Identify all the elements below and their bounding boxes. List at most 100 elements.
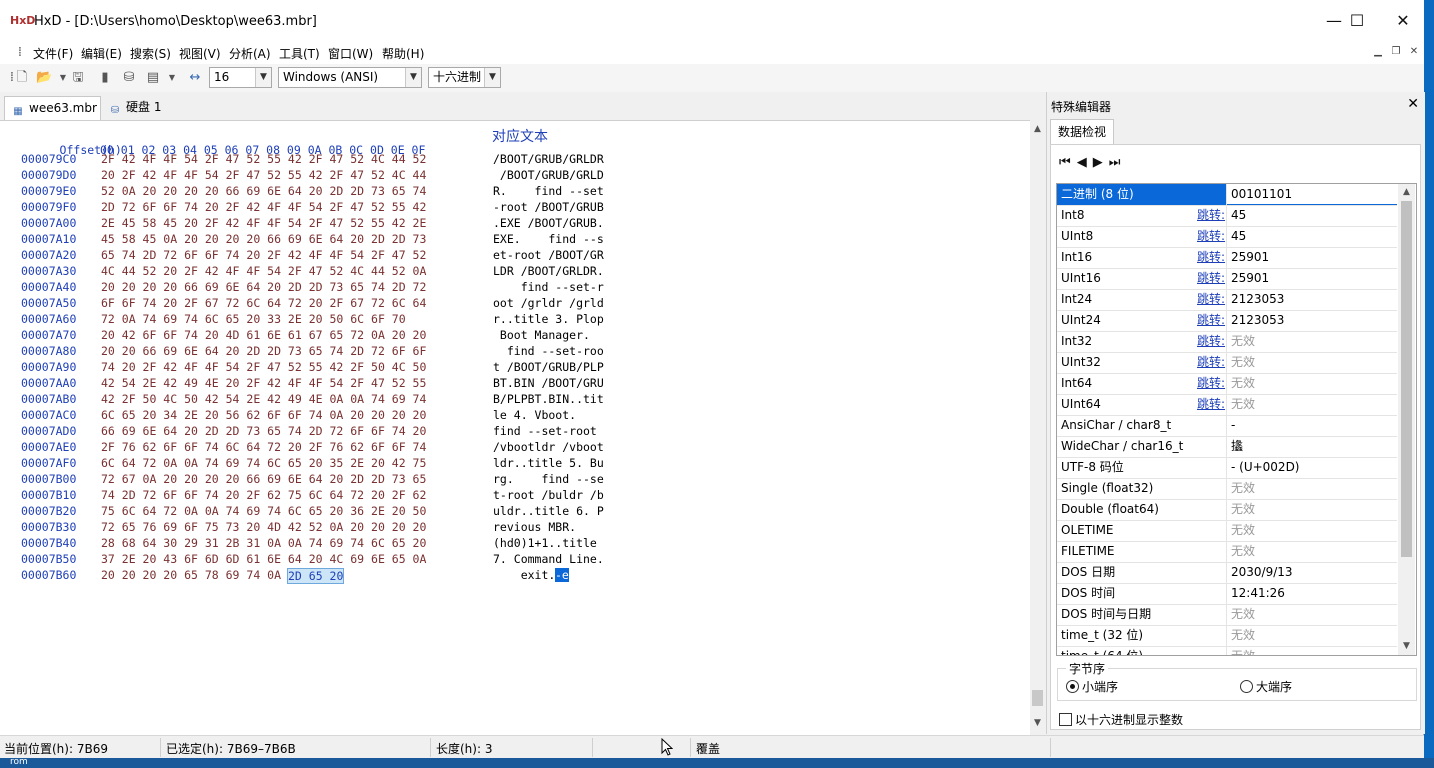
row-hex-bytes[interactable]: 74 2D 72 6F 6F 74 20 2F 62 75 6C 64 72 2… (101, 488, 426, 502)
open-dropdown-icon[interactable]: ▼ (55, 70, 71, 86)
first-byte-icon[interactable]: ⏮ (1059, 155, 1077, 170)
offset-base-select[interactable]: 十六进制 ▼ (428, 67, 501, 88)
status-mode[interactable]: 覆盖 (696, 740, 720, 757)
row-hex-bytes[interactable]: 42 2F 50 4C 50 42 54 2E 42 49 4E 0A 0A 7… (101, 392, 426, 406)
inspector-row[interactable]: time_t (32 位) 无效 (1057, 625, 1397, 647)
hex-editor[interactable]: Offset(h) 00 01 02 03 04 05 06 07 08 09 0… (0, 120, 1030, 735)
inspector-row[interactable]: Int16 跳转: 25901 (1057, 247, 1397, 269)
inspector-row[interactable]: UInt8 跳转: 45 (1057, 226, 1397, 248)
inspector-value[interactable]: 无效 (1231, 373, 1255, 393)
row-offset[interactable]: 00007B10 (21, 488, 76, 502)
inspector-row[interactable]: Single (float32) 无效 (1057, 478, 1397, 500)
jump-link[interactable]: 跳转: (1197, 331, 1225, 351)
row-offset[interactable]: 00007A80 (21, 344, 76, 358)
inspector-value[interactable]: 45 (1231, 226, 1246, 246)
row-text[interactable]: /BOOT/GRUB/GRLD (493, 168, 604, 182)
row-hex-bytes[interactable]: 28 68 64 30 29 31 2B 31 0A 0A 74 69 74 6… (101, 536, 426, 550)
inspector-row[interactable]: DOS 时间 12:41:26 (1057, 583, 1397, 605)
menu-window[interactable]: 窗口(W) (328, 45, 373, 62)
row-text[interactable]: /BOOT/GRUB/GRLDR (493, 152, 604, 166)
row-hex-bytes[interactable]: 42 54 2E 42 49 4E 20 2F 42 4F 4F 54 2F 4… (101, 376, 426, 390)
close-icon[interactable]: ✕ (1407, 96, 1419, 112)
inspector-row[interactable]: FILETIME 无效 (1057, 541, 1397, 563)
row-hex-bytes[interactable]: 72 67 0A 20 20 20 20 66 69 6E 64 20 2D 2… (101, 472, 426, 486)
inspector-value[interactable]: 12:41:26 (1231, 583, 1285, 603)
inspector-row[interactable]: time_t (64 位) 无效 (1057, 646, 1397, 655)
inspector-value[interactable]: 无效 (1231, 394, 1255, 414)
menu-search[interactable]: 搜索(S) (130, 45, 171, 62)
inspector-value[interactable]: 无效 (1231, 646, 1255, 655)
row-hex-bytes[interactable]: 66 69 6E 64 20 2D 2D 73 65 74 2D 72 6F 6… (101, 424, 426, 438)
menu-file[interactable]: 文件(F) (33, 45, 73, 62)
charset-select[interactable]: Windows (ANSI) ▼ (278, 67, 422, 88)
row-text[interactable]: et-root /BOOT/GR (493, 248, 604, 262)
close-button[interactable]: ✕ (1380, 6, 1426, 36)
chevron-down-icon[interactable]: ▼ (484, 68, 500, 87)
inspector-row[interactable]: DOS 日期 2030/9/13 (1057, 562, 1397, 584)
row-offset[interactable]: 00007AF0 (21, 456, 76, 470)
previous-byte-icon[interactable]: ◀ (1077, 155, 1093, 170)
row-offset[interactable]: 00007B00 (21, 472, 76, 486)
row-hex-bytes[interactable]: 2E 45 58 45 20 2F 42 4F 4F 54 2F 47 52 5… (101, 216, 426, 230)
row-offset[interactable]: 00007A50 (21, 296, 76, 310)
inspector-value[interactable]: 无效 (1231, 352, 1255, 372)
inspector-row[interactable]: UInt64 跳转: 无效 (1057, 394, 1397, 416)
inspector-value[interactable]: 00101101 (1227, 184, 1397, 204)
close-document-icon[interactable]: ▮ (97, 70, 113, 86)
row-hex-bytes[interactable]: 4C 44 52 20 2F 42 4F 4F 54 2F 47 52 4C 4… (101, 264, 426, 278)
chevron-down-icon[interactable]: ▼ (405, 68, 421, 87)
row-text[interactable]: r..title 3. Plop (493, 312, 604, 326)
row-text[interactable]: (hd0)1+1..title (493, 536, 604, 550)
tab-disk-1[interactable]: ⛁ 硬盘 1 (102, 96, 168, 120)
menu-edit[interactable]: 编辑(E) (81, 45, 122, 62)
row-offset[interactable]: 00007B40 (21, 536, 76, 550)
inspector-row[interactable]: Int32 跳转: 无效 (1057, 331, 1397, 353)
row-text[interactable]: 7. Command Line. (493, 552, 604, 566)
inspector-row[interactable]: UInt32 跳转: 无效 (1057, 352, 1397, 374)
inspector-value[interactable]: 2030/9/13 (1231, 562, 1293, 582)
row-text[interactable]: Boot Manager. (493, 328, 604, 342)
inspector-row[interactable]: UInt24 跳转: 2123053 (1057, 310, 1397, 332)
open-disk-icon[interactable]: ⛁ (121, 70, 137, 86)
inspector-row[interactable]: Int8 跳转: 45 (1057, 205, 1397, 227)
tab-wee63-mbr[interactable]: ▦ wee63.mbr (4, 96, 101, 120)
row-offset[interactable]: 00007A20 (21, 248, 76, 262)
row-offset[interactable]: 00007A30 (21, 264, 76, 278)
inspector-value[interactable]: 无效 (1231, 499, 1255, 519)
row-hex-bytes[interactable]: 2D 72 6F 6F 74 20 2F 42 4F 4F 54 2F 47 5… (101, 200, 426, 214)
scrollbar-thumb[interactable] (1401, 201, 1412, 557)
row-hex-bytes[interactable]: 75 6C 64 72 0A 0A 74 69 74 6C 65 20 36 2… (101, 504, 426, 518)
selected-hex-bytes[interactable]: 2D 65 20 (287, 568, 345, 584)
little-endian-radio[interactable]: 小端序 (1066, 678, 1118, 695)
jump-link[interactable]: 跳转: (1197, 268, 1225, 288)
row-offset[interactable]: 00007AE0 (21, 440, 76, 454)
inspector-row[interactable]: WideChar / char16_t 攭 (1057, 436, 1397, 458)
row-text[interactable]: -root /BOOT/GRUB (493, 200, 604, 214)
hex-integers-checkbox[interactable]: 以十六进制显示整数 (1059, 711, 1183, 728)
row-hex-bytes[interactable]: 20 20 20 20 65 78 69 74 0A (101, 568, 288, 582)
row-hex-bytes[interactable]: 52 0A 20 20 20 20 66 69 6E 64 20 2D 2D 7… (101, 184, 426, 198)
maximize-button[interactable]: ☐ (1334, 6, 1380, 36)
big-endian-radio[interactable]: 大端序 (1240, 678, 1292, 695)
row-text[interactable]: find --set-root (493, 424, 604, 438)
row-text[interactable]: ldr..title 5. Bu (493, 456, 604, 470)
scroll-down-icon[interactable]: ▼ (1398, 639, 1415, 654)
row-offset[interactable]: 000079C0 (21, 152, 76, 166)
inspector-value[interactable]: 2123053 (1231, 310, 1284, 330)
inspector-row[interactable]: UTF-8 码位 - (U+002D) (1057, 457, 1397, 479)
inspector-value[interactable]: 无效 (1231, 478, 1255, 498)
inspector-row[interactable]: Double (float64) 无效 (1057, 499, 1397, 521)
inspector-value[interactable]: 无效 (1231, 604, 1255, 624)
inspector-value[interactable]: 无效 (1231, 331, 1255, 351)
row-text[interactable]: .EXE /BOOT/GRUB. (493, 216, 604, 230)
row-hex-bytes[interactable]: 20 20 20 20 66 69 6E 64 20 2D 2D 73 65 7… (101, 280, 426, 294)
row-offset[interactable]: 00007B50 (21, 552, 76, 566)
row-offset[interactable]: 00007A70 (21, 328, 76, 342)
row-offset[interactable]: 000079D0 (21, 168, 76, 182)
row-hex-bytes[interactable]: 20 2F 42 4F 4F 54 2F 47 52 55 42 2F 47 5… (101, 168, 426, 182)
scroll-up-icon[interactable]: ▲ (1030, 122, 1045, 137)
row-hex-bytes[interactable]: 37 2E 20 43 6F 6D 6D 61 6E 64 20 4C 69 6… (101, 552, 426, 566)
row-offset[interactable]: 00007A00 (21, 216, 76, 230)
row-text[interactable]: revious MBR. (493, 520, 604, 534)
scroll-up-icon[interactable]: ▲ (1398, 185, 1415, 200)
